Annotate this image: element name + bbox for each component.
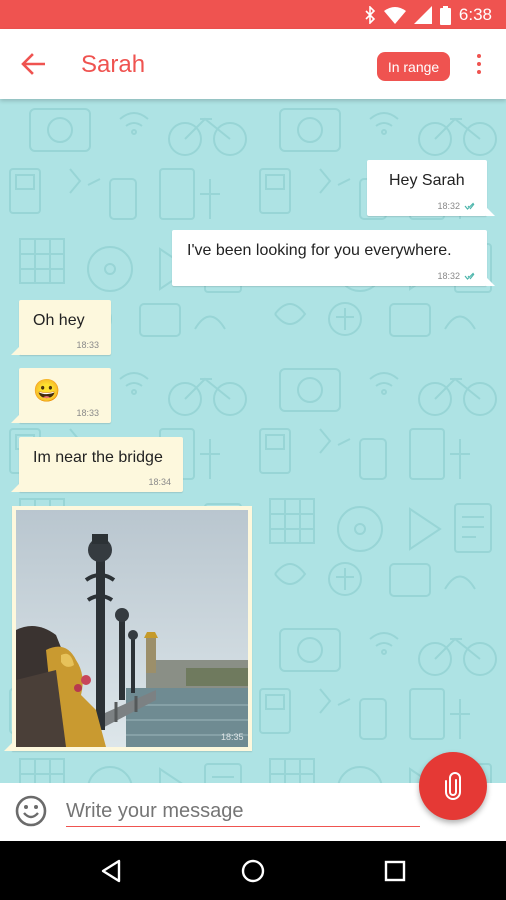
message-text: Oh hey bbox=[33, 312, 85, 329]
message-time: 18:32 bbox=[437, 271, 475, 281]
message-input[interactable] bbox=[66, 797, 420, 827]
photo-bridge-image: 18:35 bbox=[16, 510, 248, 747]
emoji-button[interactable] bbox=[14, 794, 48, 828]
message-bubble-outgoing[interactable]: Hey Sarah 18:32 bbox=[367, 160, 495, 216]
message-text: Hey Sarah bbox=[389, 172, 465, 189]
message-time: 18:32 bbox=[437, 201, 475, 211]
status-time: 6:38 bbox=[458, 5, 492, 24]
bubble-tail bbox=[11, 346, 20, 355]
chat-area[interactable]: Hey Sarah 18:32 I've been looking for yo… bbox=[0, 99, 506, 783]
message-bubble-incoming[interactable]: Oh hey 18:33 bbox=[11, 300, 111, 355]
read-check-icon bbox=[464, 272, 475, 280]
back-button[interactable] bbox=[16, 49, 50, 79]
message-bubble-incoming[interactable]: Im near the bridge 18:34 bbox=[11, 437, 183, 492]
bubble-tail bbox=[486, 207, 495, 216]
nav-recents-button[interactable] bbox=[378, 855, 412, 887]
battery-icon bbox=[439, 5, 451, 25]
message-text: Im near the bridge bbox=[33, 449, 163, 466]
read-check-icon bbox=[464, 202, 475, 210]
wifi-icon bbox=[383, 6, 406, 24]
overflow-menu-button[interactable] bbox=[468, 49, 490, 79]
attach-button[interactable] bbox=[419, 752, 487, 820]
nav-home-button[interactable] bbox=[236, 855, 270, 887]
image-time: 18:35 bbox=[221, 732, 244, 742]
signal-icon bbox=[413, 6, 432, 24]
emoji-icon bbox=[15, 795, 47, 827]
status-icons: 6:38 bbox=[364, 5, 492, 25]
more-vert-icon bbox=[477, 54, 481, 58]
message-bubble-outgoing[interactable]: I've been looking for you everywhere. 18… bbox=[172, 230, 495, 286]
status-bar: 6:38 bbox=[0, 0, 506, 29]
paperclip-icon bbox=[445, 772, 461, 800]
range-status-badge: In range bbox=[377, 52, 450, 81]
bubble-tail bbox=[11, 414, 20, 423]
message-time: 18:33 bbox=[76, 340, 99, 350]
bubble-tail bbox=[11, 483, 20, 492]
system-navigation-bar bbox=[0, 841, 506, 900]
bubble-tail bbox=[4, 742, 13, 751]
recents-square-icon bbox=[384, 860, 406, 882]
message-emoji: 😀 bbox=[33, 378, 61, 403]
message-time: 18:33 bbox=[76, 408, 99, 418]
bubble-tail bbox=[486, 277, 495, 286]
nav-back-button[interactable] bbox=[94, 855, 128, 887]
arrow-left-icon bbox=[21, 53, 45, 75]
message-bubble-image[interactable]: 18:35 bbox=[4, 506, 252, 751]
message-bubble-incoming[interactable]: 😀 18:33 bbox=[11, 368, 111, 423]
message-text: I've been looking for you everywhere. bbox=[187, 242, 452, 259]
home-circle-icon bbox=[241, 859, 265, 883]
contact-name[interactable]: Sarah bbox=[81, 51, 145, 79]
back-triangle-icon bbox=[101, 859, 121, 883]
bluetooth-icon bbox=[365, 6, 376, 24]
message-time: 18:34 bbox=[148, 477, 171, 487]
app-bar: Sarah In range bbox=[0, 29, 506, 99]
